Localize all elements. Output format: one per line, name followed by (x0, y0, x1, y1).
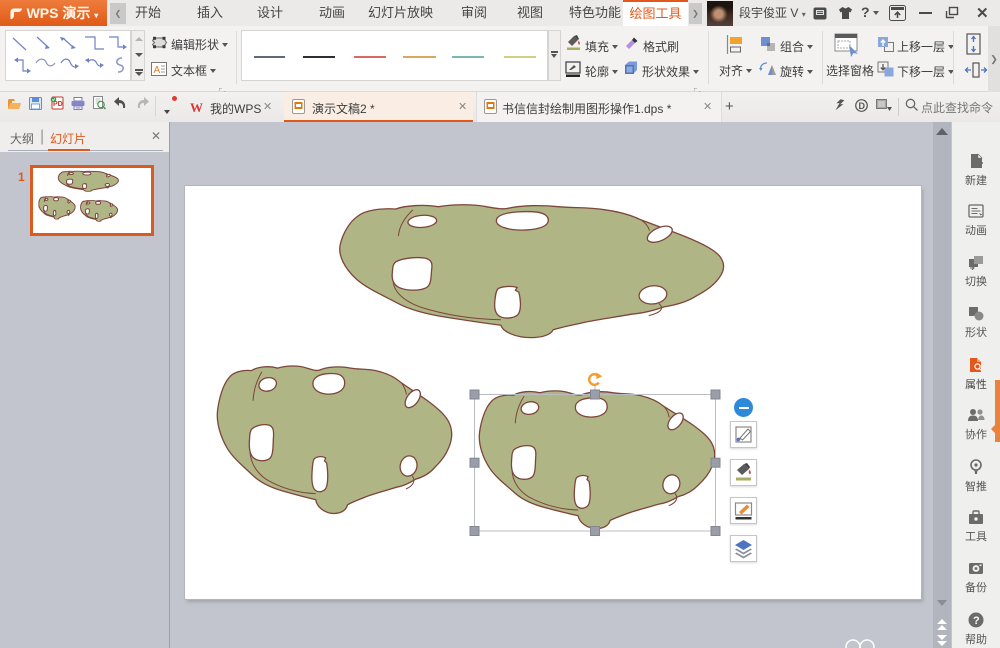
svg-text:W: W (190, 100, 203, 114)
svg-text:D: D (859, 101, 866, 111)
svg-text:?: ? (973, 615, 980, 627)
svg-text:A: A (154, 65, 161, 76)
